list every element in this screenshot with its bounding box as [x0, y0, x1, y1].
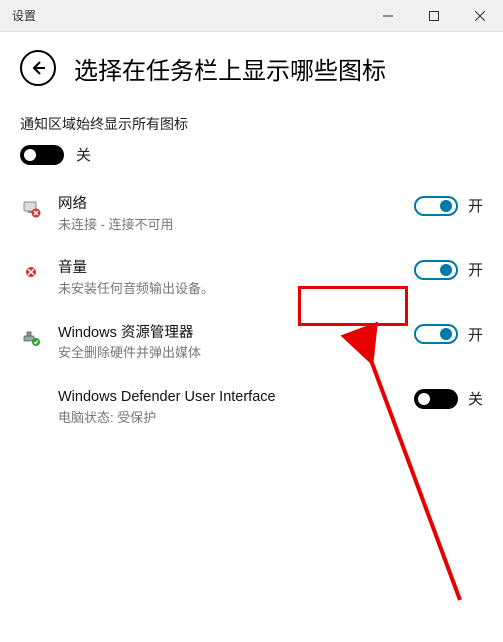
item-text: Windows 资源管理器 安全删除硬件并弹出媒体 — [58, 324, 414, 362]
network-icon — [20, 197, 42, 219]
content-area: 通知区域始终显示所有图标 关 网络 未连接 - 连接不可用 开 — [0, 100, 503, 427]
list-item: Windows 资源管理器 安全删除硬件并弹出媒体 开 — [20, 324, 483, 362]
page-title: 选择在任务栏上显示哪些图标 — [74, 51, 386, 86]
item-title: Windows 资源管理器 — [58, 324, 406, 344]
item-toggle-group: 关 — [414, 388, 483, 409]
close-button[interactable] — [457, 0, 503, 32]
list-item: 网络 未连接 - 连接不可用 开 — [20, 195, 483, 233]
item-toggle[interactable] — [414, 324, 458, 344]
item-sub: 安全删除硬件并弹出媒体 — [58, 345, 406, 362]
item-sub: 未连接 - 连接不可用 — [58, 217, 406, 234]
master-toggle-row: 关 — [20, 144, 483, 165]
item-toggle[interactable] — [414, 196, 458, 216]
item-text: 网络 未连接 - 连接不可用 — [58, 195, 414, 233]
page-header: 选择在任务栏上显示哪些图标 — [0, 32, 503, 100]
item-toggle-group: 开 — [414, 195, 483, 216]
master-toggle[interactable] — [20, 145, 64, 165]
item-text: 音量 未安装任何音频输出设备。 — [58, 259, 414, 297]
list-item: 音量 未安装任何音频输出设备。 开 — [20, 259, 483, 297]
item-sub: 电脑状态: 受保护 — [58, 410, 406, 427]
volume-icon — [20, 261, 42, 283]
item-toggle-group: 开 — [414, 324, 483, 345]
item-state-label: 开 — [468, 259, 483, 280]
arrow-left-icon — [29, 59, 47, 77]
item-toggle[interactable] — [414, 389, 458, 409]
item-title: 网络 — [58, 195, 406, 215]
item-title: Windows Defender User Interface — [58, 388, 406, 408]
window-controls — [365, 0, 503, 32]
defender-icon — [20, 390, 42, 412]
item-title: 音量 — [58, 259, 406, 279]
item-toggle[interactable] — [414, 260, 458, 280]
window-titlebar: 设置 — [0, 0, 503, 32]
item-toggle-group: 开 — [414, 259, 483, 280]
minimize-button[interactable] — [365, 0, 411, 32]
item-state-label: 开 — [468, 324, 483, 345]
item-sub: 未安装任何音频输出设备。 — [58, 281, 406, 298]
item-text: Windows Defender User Interface 电脑状态: 受保… — [58, 388, 414, 426]
maximize-button[interactable] — [411, 0, 457, 32]
master-state-label: 关 — [76, 144, 91, 165]
item-state-label: 关 — [468, 388, 483, 409]
window-title: 设置 — [0, 7, 36, 24]
explorer-icon — [20, 326, 42, 348]
master-label: 通知区域始终显示所有图标 — [20, 114, 483, 134]
back-button[interactable] — [20, 50, 56, 86]
item-state-label: 开 — [468, 195, 483, 216]
list-item: Windows Defender User Interface 电脑状态: 受保… — [20, 388, 483, 426]
